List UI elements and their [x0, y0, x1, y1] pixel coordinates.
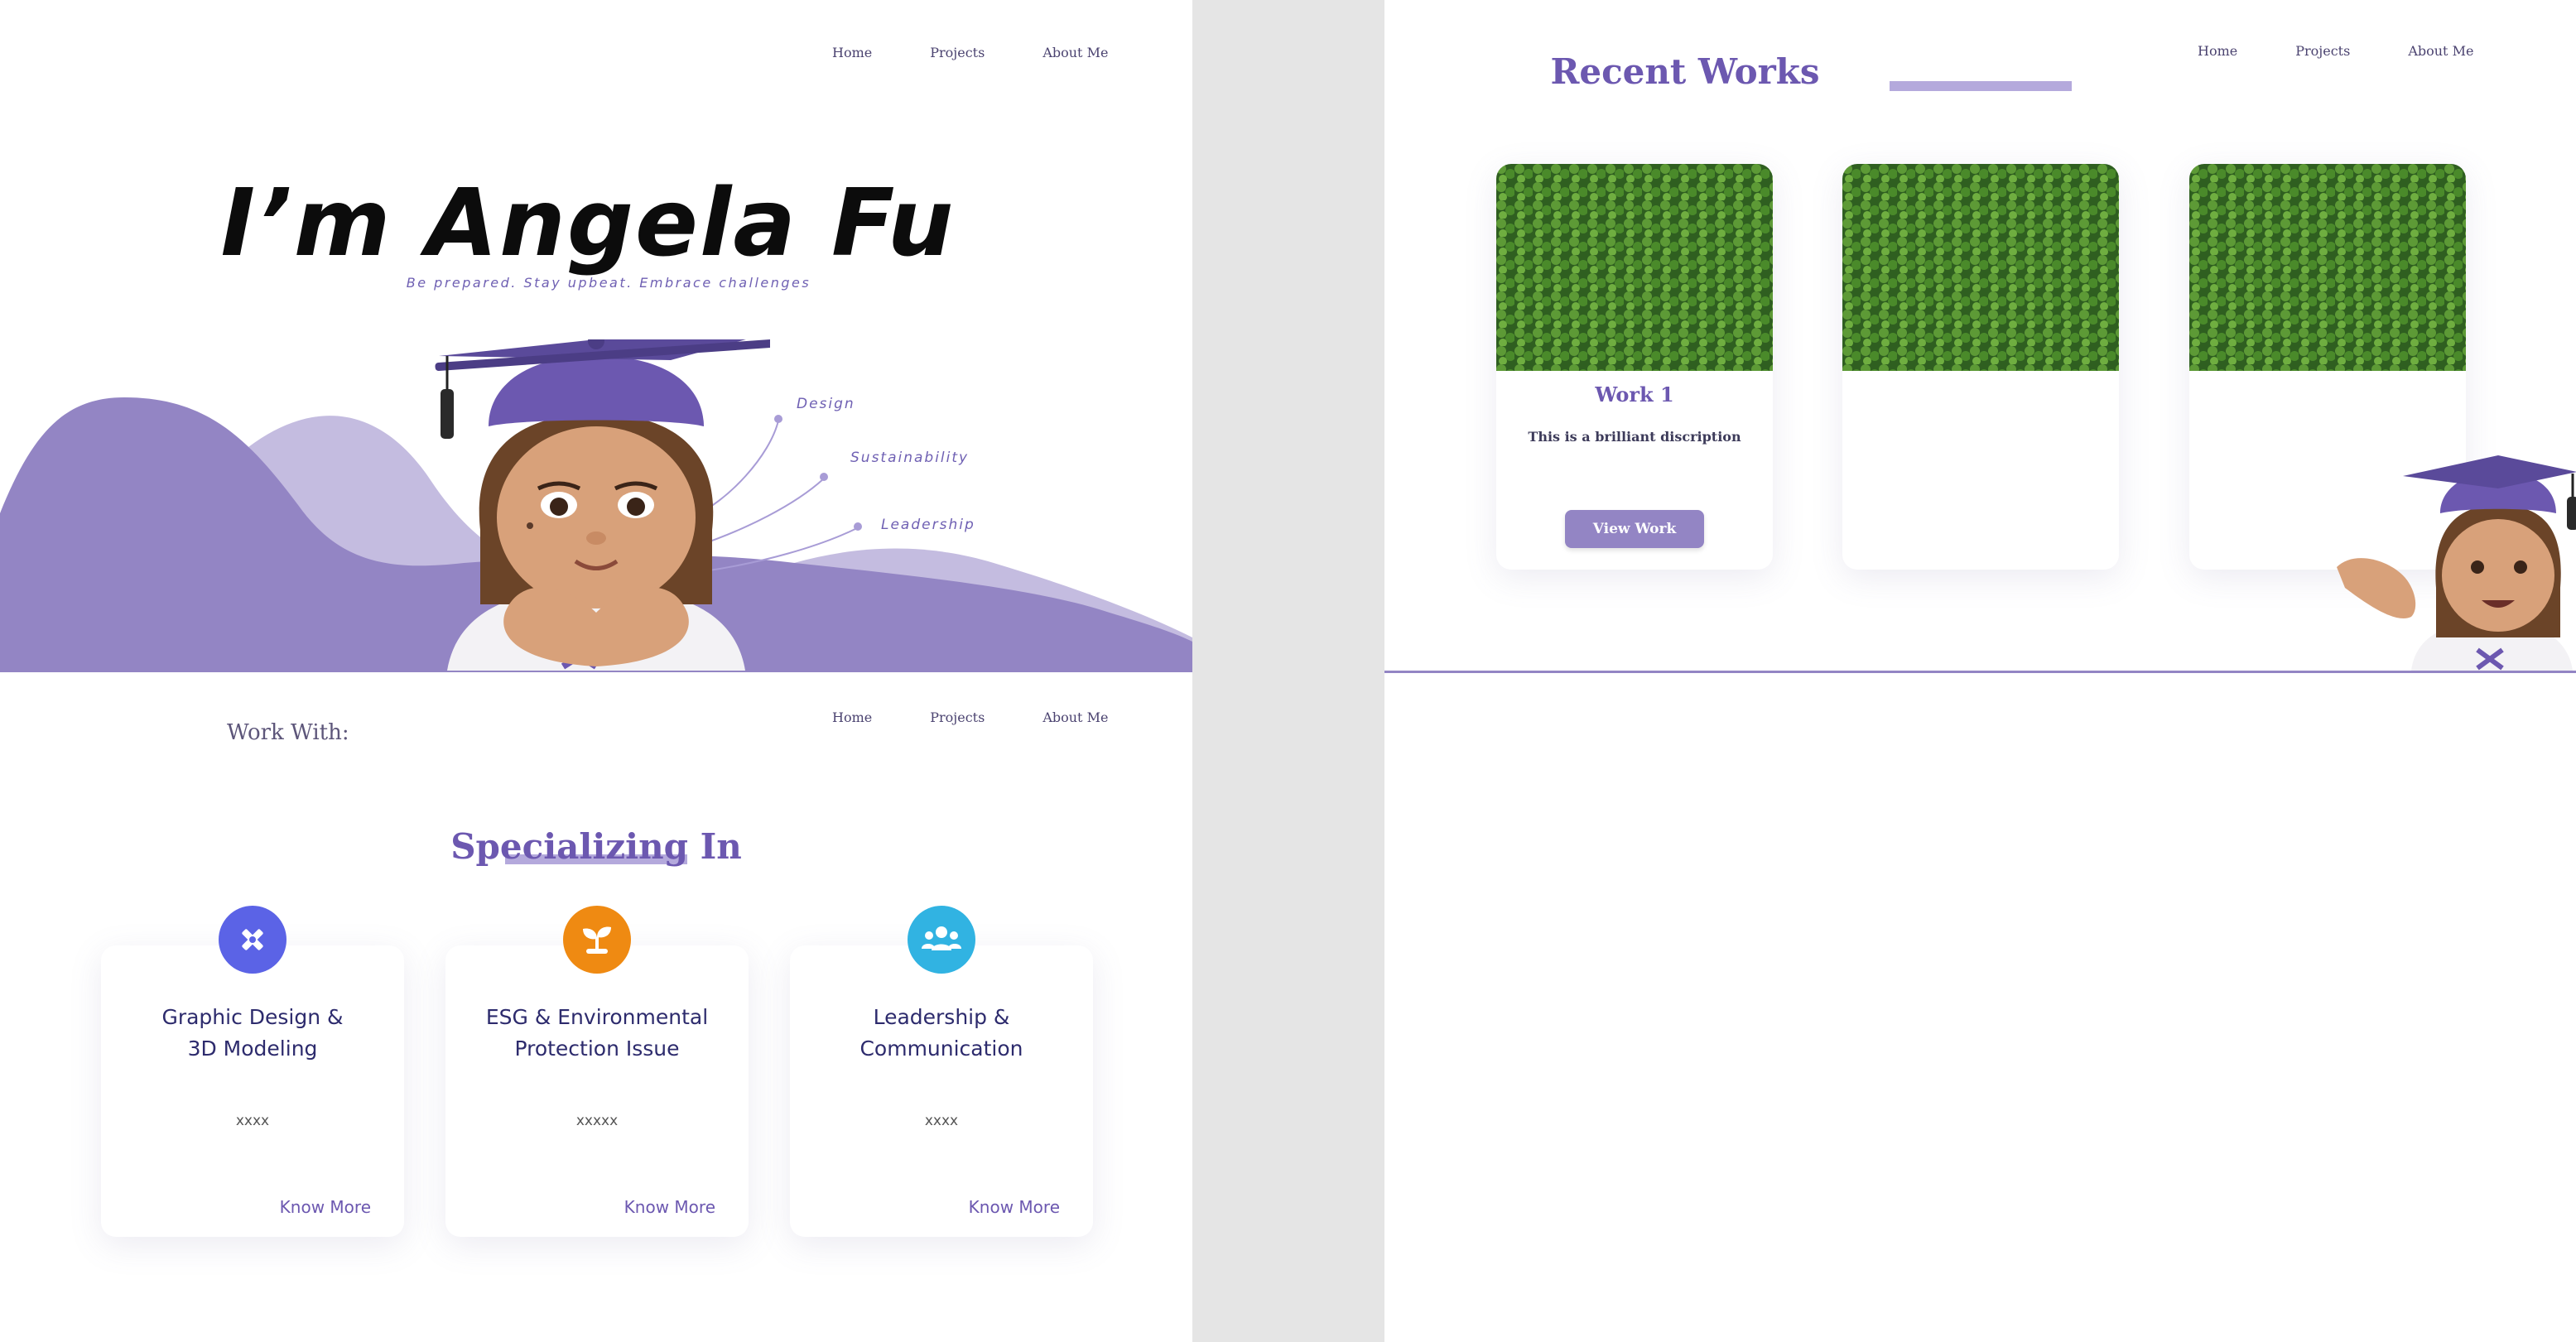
recent-works-title: Recent Works [1384, 51, 2072, 92]
service-card-title: Leadership & Communication [859, 1005, 1023, 1061]
nav-about-link[interactable]: About Me [1042, 709, 1108, 725]
nav-projects-link[interactable]: Projects [930, 45, 985, 60]
nav-home-link[interactable]: Home [832, 45, 872, 60]
know-more-link[interactable]: Know More [280, 1197, 371, 1217]
specializing-title-text: Specializing In [450, 826, 742, 867]
forest-thumbnail [2189, 164, 2466, 371]
gutter-gap [1192, 0, 1384, 1342]
nav-about-link[interactable]: About Me [2408, 43, 2473, 59]
know-more-link[interactable]: Know More [969, 1197, 1060, 1217]
service-card-text: xxxxx [575, 1113, 619, 1129]
nav-about-link[interactable]: About Me [1042, 45, 1108, 60]
skill-label-design: Design [797, 396, 855, 412]
works-bottom-divider [1384, 671, 2576, 673]
top-nav: Home Projects About Me [832, 709, 1108, 725]
team-icon [908, 906, 975, 974]
service-card-leadership: Leadership & Communication xxxx Know Mor… [790, 906, 1093, 1237]
design-tools-icon [219, 906, 286, 974]
skill-label-leadership: Leadership [881, 517, 975, 533]
top-nav: Home Projects About Me [832, 45, 1108, 60]
service-card-title: ESG & Environmental Protection Issue [485, 1005, 709, 1061]
nav-projects-link[interactable]: Projects [2295, 43, 2350, 59]
avatar-graduate [435, 339, 770, 671]
work-title: Work 1 [1595, 382, 1674, 406]
top-nav: Home Projects About Me [2198, 43, 2473, 59]
nav-home-link[interactable]: Home [2198, 43, 2237, 59]
forest-thumbnail [1842, 164, 2119, 371]
work-card[interactable]: Work 1 This is a brilliant discription V… [1496, 164, 1773, 570]
hero-panel: Home Projects About Me I’m Angela Fu Be … [0, 0, 1192, 671]
forest-thumbnail [1496, 164, 1773, 371]
sprout-icon [563, 906, 631, 974]
specializing-title: Specializing In [0, 826, 1192, 867]
recent-works-panel: Home Projects About Me Recent Works Work… [1384, 0, 2576, 671]
hero-title: I’m Angela Fu [220, 170, 956, 277]
service-card-text: xxxx [235, 1113, 270, 1129]
hero-subtitle: Be prepared. Stay upbeat. Embrace challe… [406, 275, 811, 291]
nav-home-link[interactable]: Home [832, 709, 872, 725]
service-card-text: xxxx [924, 1113, 959, 1129]
skill-label-sustainability: Sustainability [850, 450, 970, 466]
work-with-label: Work With: [227, 720, 349, 745]
service-card-design: Graphic Design & 3D Modeling xxxx Know M… [101, 906, 404, 1237]
avatar-waving [2337, 455, 2576, 671]
specializing-panel: Home Projects About Me Work With: Specia… [0, 672, 1192, 1342]
work-description: This is a brilliant discription [1528, 429, 1741, 445]
recent-works-title-text: Recent Works [1550, 51, 1820, 92]
work-card[interactable] [1842, 164, 2119, 570]
title-underline [1890, 81, 2072, 91]
view-work-button[interactable]: View Work [1565, 510, 1704, 548]
service-card-title: Graphic Design & 3D Modeling [161, 1005, 344, 1061]
nav-projects-link[interactable]: Projects [930, 709, 985, 725]
service-card-esg: ESG & Environmental Protection Issue xxx… [445, 906, 749, 1237]
know-more-link[interactable]: Know More [624, 1197, 715, 1217]
